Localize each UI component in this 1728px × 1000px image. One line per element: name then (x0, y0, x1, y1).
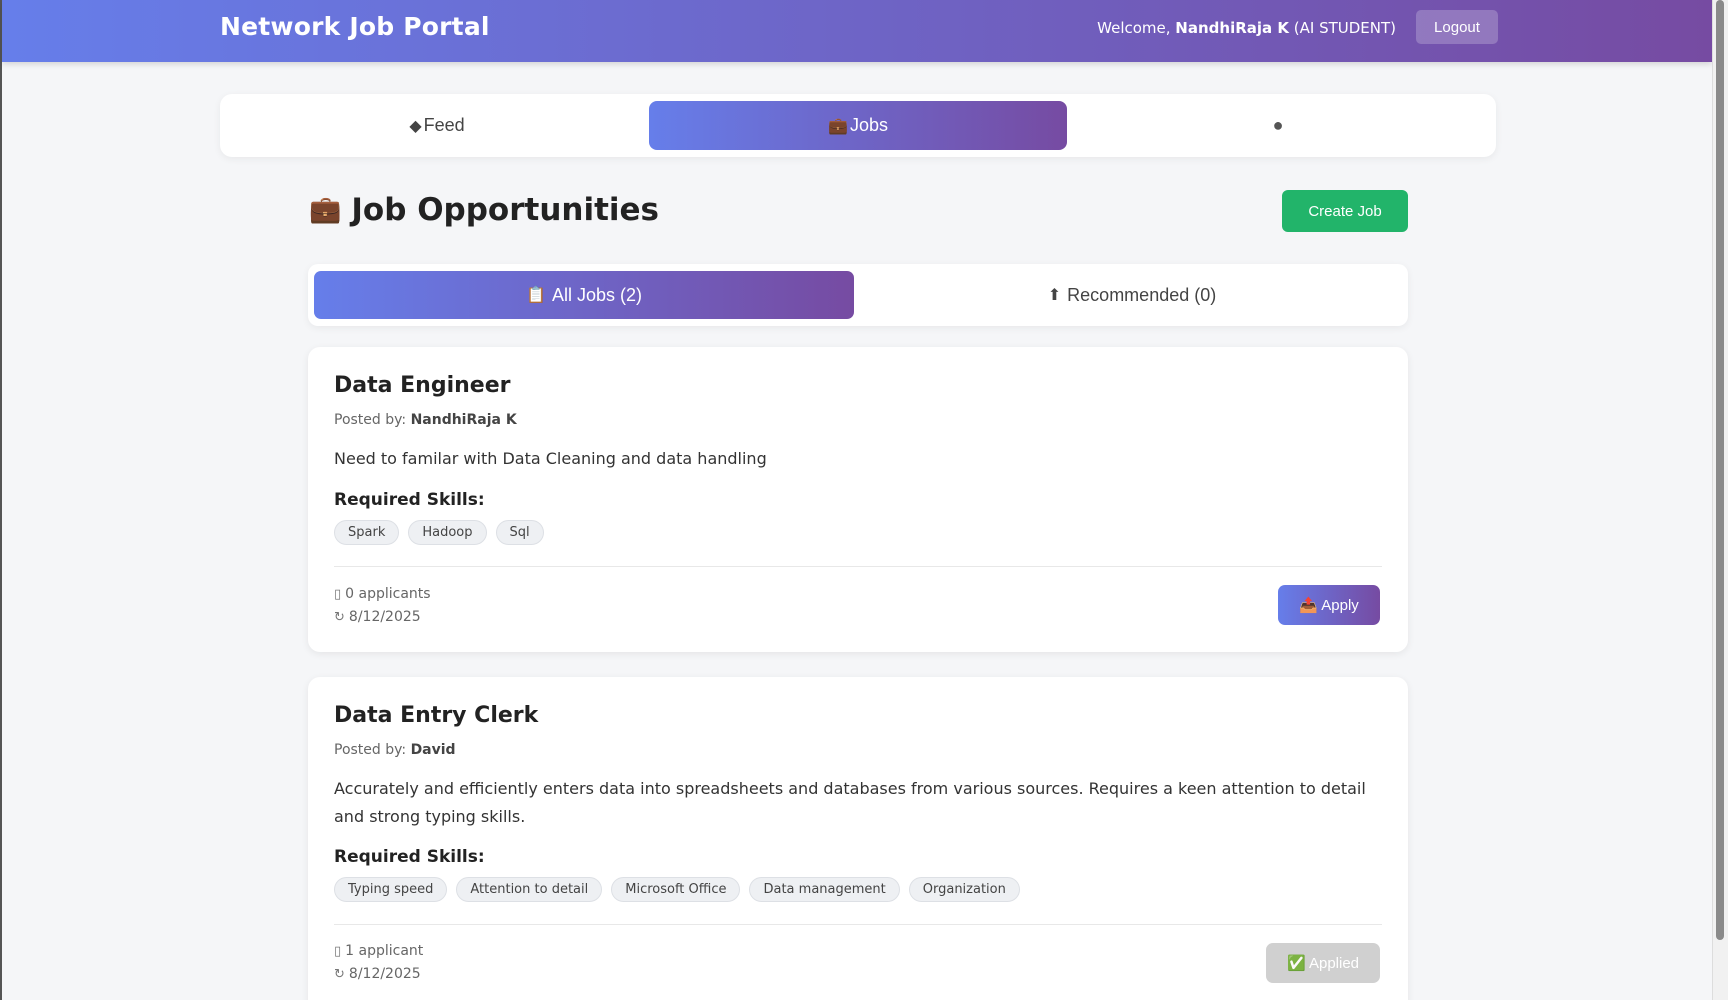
scrollbar-thumb[interactable] (1716, 0, 1724, 940)
vertical-scrollbar[interactable] (1712, 0, 1728, 1000)
refresh-icon: ↻ (334, 967, 345, 982)
user-name: NandhiRaja K (1175, 19, 1289, 37)
skill-tag: Data management (749, 877, 900, 902)
posted-date: 8/12/2025 (348, 966, 421, 982)
check-icon: ✅ (1286, 955, 1309, 972)
user-circle-icon: ● (1272, 115, 1284, 135)
main-nav: ◆ Feed 💼 Jobs ● (220, 94, 1496, 157)
clipboard-icon: 📋 (526, 287, 546, 304)
briefcase-icon: 💼 (828, 117, 848, 135)
divider (334, 566, 1382, 567)
job-filter-tabs: 📋 All Jobs (2) ⬆ Recommended (0) (308, 264, 1408, 326)
applicants-count: 1 applicant (345, 943, 424, 959)
apply-button[interactable]: 📤 Apply (1278, 585, 1380, 625)
user-role: (AI STUDENT) (1289, 19, 1396, 37)
job-title: Data Entry Clerk (334, 703, 539, 728)
posted-by: Posted by: David (334, 742, 456, 758)
poster-name: David (410, 742, 456, 758)
skill-tag: Microsoft Office (611, 877, 741, 902)
job-card: Data Entry Clerk Posted by: David Accura… (308, 677, 1408, 1000)
tab-all-jobs-label: All Jobs (2) (551, 284, 642, 305)
logout-button[interactable]: Logout (1416, 10, 1498, 44)
page-title: 💼 Job Opportunities (309, 192, 659, 228)
job-meta: ▯ 0 applicants ↻ 8/12/2025 (334, 583, 431, 629)
brand-title: Network Job Portal (220, 12, 490, 41)
page-title-text: Job Opportunities (351, 192, 660, 228)
skill-tag: Typing speed (334, 877, 448, 902)
create-job-button[interactable]: Create Job (1282, 190, 1408, 232)
posted-by: Posted by: NandhiRaja K (334, 412, 517, 428)
poster-name: NandhiRaja K (410, 412, 517, 428)
posted-date: 8/12/2025 (348, 609, 421, 625)
tab-feed-label: Feed (423, 115, 465, 135)
job-description: Need to familar with Data Cleaning and d… (334, 449, 767, 468)
posted-by-prefix: Posted by: (334, 742, 411, 758)
skill-tag: Sql (495, 520, 544, 545)
document-icon: ▯ (334, 944, 342, 959)
skills-list: Spark Hadoop Sql (334, 520, 544, 545)
job-title: Data Engineer (334, 373, 511, 398)
job-meta: ▯ 1 applicant ↻ 8/12/2025 (334, 940, 423, 986)
welcome-prefix: Welcome, (1097, 19, 1176, 37)
tab-jobs-label: Jobs (849, 115, 888, 135)
tab-feed[interactable]: ◆ Feed (228, 101, 646, 150)
skill-tag: Spark (334, 520, 400, 545)
tab-recommended[interactable]: ⬆ Recommended (0) (862, 271, 1402, 319)
divider (334, 924, 1382, 925)
applicants-count-row: ▯ 0 applicants (334, 583, 431, 606)
skill-tag: Organization (908, 877, 1020, 902)
top-header: Network Job Portal Welcome, NandhiRaja K… (2, 0, 1712, 62)
skill-tag: Attention to detail (456, 877, 603, 902)
skills-label: Required Skills: (334, 847, 485, 867)
tab-all-jobs[interactable]: 📋 All Jobs (2) (314, 271, 854, 319)
posted-date-row: ↻ 8/12/2025 (334, 606, 431, 629)
tab-recommended-label: Recommended (0) (1067, 284, 1217, 305)
tab-jobs[interactable]: 💼 Jobs (649, 101, 1067, 150)
refresh-icon: ↻ (334, 610, 345, 625)
job-description: Accurately and efficiently enters data i… (334, 779, 1366, 826)
tab-profile[interactable]: ● (1070, 101, 1488, 150)
arrow-up-icon: ⬆ (1047, 287, 1062, 304)
skill-tag: Hadoop (408, 520, 487, 545)
outbox-icon: 📤 (1299, 597, 1322, 614)
posted-by-prefix: Posted by: (334, 412, 411, 428)
skills-label: Required Skills: (334, 490, 485, 510)
job-card: Data Engineer Posted by: NandhiRaja K Ne… (308, 347, 1408, 652)
welcome-message: Welcome, NandhiRaja K (AI STUDENT) (1097, 19, 1396, 37)
skills-list: Typing speed Attention to detail Microso… (334, 877, 1020, 902)
applied-label: Applied (1308, 955, 1360, 972)
window-border (0, 0, 2, 1000)
tag-icon: ◆ (409, 117, 422, 135)
apply-label: Apply (1321, 597, 1359, 614)
applicants-count-row: ▯ 1 applicant (334, 940, 423, 963)
applicants-count: 0 applicants (345, 586, 431, 602)
briefcase-icon: 💼 (309, 195, 342, 225)
document-icon: ▯ (334, 587, 342, 602)
applied-button: ✅ Applied (1266, 943, 1380, 983)
posted-date-row: ↻ 8/12/2025 (334, 963, 423, 986)
